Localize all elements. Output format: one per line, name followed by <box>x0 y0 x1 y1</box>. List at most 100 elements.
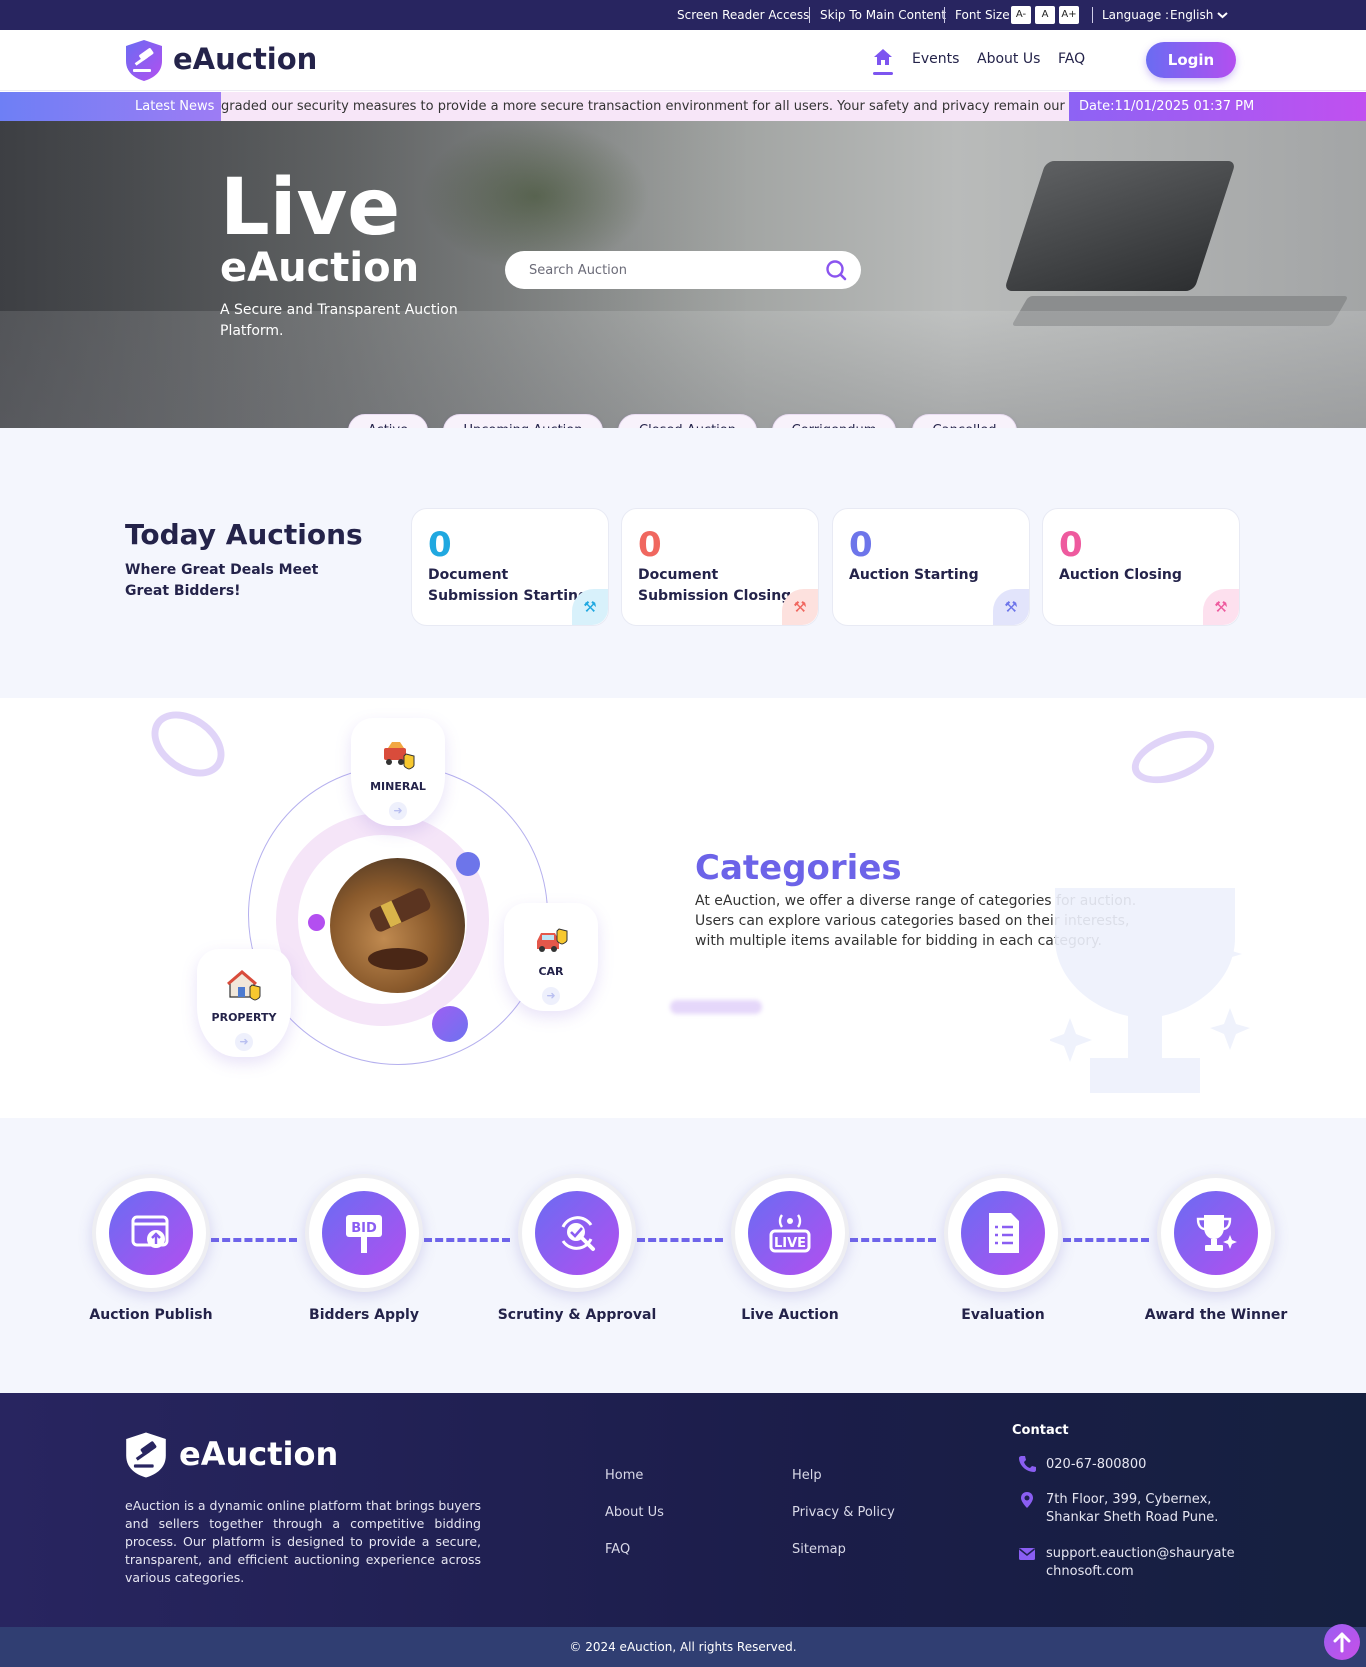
nav-home[interactable] <box>873 48 893 75</box>
categories-title: Categories <box>695 848 902 888</box>
hero-banner: Live eAuction A Secure and Transparent A… <box>0 121 1366 428</box>
news-marquee-text[interactable]: graded our security measures to provide … <box>221 92 1069 121</box>
contact-address: 7th Floor, 399, Cybernex, Shankar Sheth … <box>1046 1492 1219 1525</box>
live-broadcast-icon: LIVE <box>769 1214 811 1253</box>
category-label: PROPERTY <box>211 1011 277 1024</box>
today-auctions-section: Today Auctions Where Great Deals Meet Gr… <box>0 428 1366 698</box>
nav-events[interactable]: Events <box>912 51 959 67</box>
decorative-dot <box>432 1006 468 1042</box>
stat-card-doc-submission-closing[interactable]: 0 Document Submission Closing ⚒ <box>621 508 819 626</box>
step-label: Evaluation <box>961 1307 1045 1323</box>
contact-title: Contact <box>1012 1423 1069 1438</box>
stat-count: 0 <box>849 525 873 565</box>
gavel-shield-logo-icon[interactable] <box>124 1431 168 1479</box>
latest-news-label: Latest News <box>0 92 221 121</box>
decorative-ring <box>1124 720 1222 794</box>
stat-count: 0 <box>1059 525 1083 565</box>
car-icon <box>537 928 568 952</box>
footer-link-faq[interactable]: FAQ <box>605 1542 630 1557</box>
gavel-image <box>330 858 465 993</box>
arrow-right-icon[interactable]: ➜ <box>389 802 407 820</box>
step-award-winner <box>1157 1174 1275 1292</box>
stat-card-doc-submission-starting[interactable]: 0 Document Submission Starting ⚒ <box>411 508 609 626</box>
step-connector <box>850 1238 936 1242</box>
step-label: Auction Publish <box>89 1307 213 1323</box>
step-label: Award the Winner <box>1144 1307 1288 1323</box>
step-scrutiny-approval <box>518 1174 636 1292</box>
stat-card-auction-closing[interactable]: 0 Auction Closing ⚒ <box>1042 508 1240 626</box>
step-evaluation <box>944 1174 1062 1292</box>
font-size-label: Font Size : <box>955 8 1018 22</box>
step-live-auction: LIVE <box>731 1174 849 1292</box>
font-decrease-button[interactable]: A- <box>1011 6 1031 24</box>
skip-to-main-link[interactable]: Skip To Main Content <box>820 0 946 30</box>
trophy-icon <box>1196 1215 1237 1251</box>
arrow-up-icon <box>1333 1632 1351 1653</box>
category-mineral[interactable]: MINERAL ➜ <box>351 718 445 826</box>
step-connector <box>211 1238 297 1242</box>
footer-link-home[interactable]: Home <box>605 1468 643 1483</box>
category-property[interactable]: PROPERTY ➜ <box>197 949 291 1057</box>
gavel-icon: ⚒ <box>1203 589 1239 625</box>
step-auction-publish <box>92 1174 210 1292</box>
decorative-dot <box>456 852 480 876</box>
home-icon <box>874 49 892 65</box>
step-label: Bidders Apply <box>309 1307 419 1323</box>
stat-label: Document Submission Starting <box>428 567 588 604</box>
decorative-ring <box>139 698 237 790</box>
site-header: eAuction Events About Us FAQ Login <box>0 30 1366 91</box>
category-label: MINERAL <box>370 780 426 793</box>
svg-text:LIVE: LIVE <box>774 1236 806 1251</box>
nav-about-us[interactable]: About Us <box>977 51 1040 67</box>
font-increase-button[interactable]: A+ <box>1059 6 1079 24</box>
trophy-watermark-icon <box>1050 888 1250 1093</box>
chevron-down-icon[interactable] <box>1217 10 1228 20</box>
login-button[interactable]: Login <box>1146 42 1236 78</box>
footer-link-help[interactable]: Help <box>792 1468 822 1483</box>
search-box <box>505 251 861 289</box>
screen-reader-access-link[interactable]: Screen Reader Access <box>677 0 809 30</box>
font-normal-button[interactable]: A <box>1035 6 1055 24</box>
footer-description: eAuction is a dynamic online platform th… <box>125 1498 481 1585</box>
category-label: CAR <box>538 965 564 978</box>
step-label: Live Auction <box>741 1307 839 1323</box>
categories-section: MINERAL ➜ CAR ➜ PROPERTY ➜ Categories At… <box>0 698 1366 1118</box>
stat-card-auction-starting[interactable]: 0 Auction Starting ⚒ <box>832 508 1030 626</box>
location-pin-icon <box>1021 1492 1033 1508</box>
footer-link-privacy-policy[interactable]: Privacy & Policy <box>792 1505 895 1520</box>
checklist-icon <box>989 1213 1019 1253</box>
step-connector <box>1063 1238 1149 1242</box>
decorative-blur <box>670 1000 762 1014</box>
contact-phone[interactable]: 020-67-800800 <box>1046 1456 1246 1474</box>
stat-count: 0 <box>428 525 452 565</box>
contact-email[interactable]: support.eauction@shauryatechnosoft.com <box>1046 1545 1236 1581</box>
search-input[interactable] <box>529 260 809 280</box>
today-auctions-title: Today Auctions <box>125 518 363 551</box>
step-connector <box>637 1238 723 1242</box>
footer-link-about-us[interactable]: About Us <box>605 1505 664 1520</box>
arrow-right-icon[interactable]: ➜ <box>235 1033 253 1051</box>
hero-subtitle: eAuction <box>220 245 420 291</box>
stat-label: Auction Starting <box>849 567 979 583</box>
gavel-shield-logo-icon[interactable] <box>124 39 164 82</box>
divider <box>1092 7 1093 23</box>
news-ticker: Latest News graded our security measures… <box>0 92 1366 121</box>
utility-bar: Screen Reader Access Skip To Main Conten… <box>0 0 1366 30</box>
footer-logo-text[interactable]: eAuction <box>179 1435 338 1473</box>
step-bidders-apply: BID <box>305 1174 423 1292</box>
site-logo-text[interactable]: eAuction <box>173 42 317 76</box>
active-indicator <box>873 72 893 75</box>
category-car[interactable]: CAR ➜ <box>504 903 598 1011</box>
search-icon[interactable] <box>825 259 847 281</box>
mineral-truck-icon <box>384 742 415 770</box>
hero-title: Live <box>220 163 401 253</box>
publish-icon <box>131 1215 169 1248</box>
nav-faq[interactable]: FAQ <box>1058 51 1085 67</box>
language-select[interactable]: English <box>1170 0 1213 30</box>
footer-link-sitemap[interactable]: Sitemap <box>792 1542 846 1557</box>
stat-label: Document Submission Closing <box>638 567 792 604</box>
auction-process-section: BID LIVE Auction Publish Bidders Apply S… <box>0 1118 1366 1393</box>
step-connector <box>424 1238 510 1242</box>
scroll-to-top-button[interactable] <box>1324 1624 1360 1660</box>
arrow-right-icon[interactable]: ➜ <box>542 987 560 1005</box>
